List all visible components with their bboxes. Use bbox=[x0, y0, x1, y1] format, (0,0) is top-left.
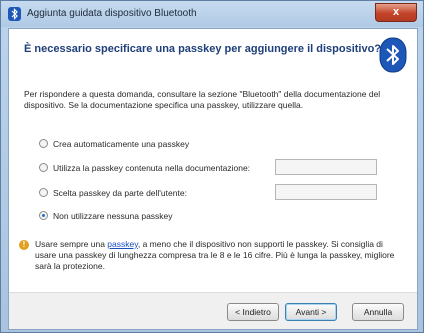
window-title: Aggiunta guidata dispositivo Bluetooth bbox=[27, 8, 197, 19]
radio-auto-passkey[interactable] bbox=[39, 139, 48, 149]
option-label: Scelta passkey da parte dell'utente: bbox=[53, 188, 187, 198]
warning-icon: ! bbox=[19, 240, 29, 250]
button-bar: < Indietro Avanti > Annulla bbox=[9, 292, 417, 329]
option-label: Crea automaticamente una passkey bbox=[53, 139, 190, 149]
option-doc-passkey[interactable]: Utilizza la passkey contenuta nella docu… bbox=[39, 163, 250, 173]
passkey-link[interactable]: passkey bbox=[107, 239, 138, 249]
radio-no-passkey[interactable] bbox=[39, 211, 48, 221]
option-user-passkey[interactable]: Scelta passkey da parte dell'utente: bbox=[39, 188, 187, 198]
option-label: Non utilizzare nessuna passkey bbox=[53, 211, 173, 221]
bluetooth-icon bbox=[8, 7, 21, 21]
close-button[interactable]: x bbox=[375, 3, 417, 22]
wizard-window: Aggiunta guidata dispositivo Bluetooth x… bbox=[0, 0, 424, 333]
back-button[interactable]: < Indietro bbox=[227, 303, 279, 321]
radio-user-passkey[interactable] bbox=[39, 188, 48, 198]
passkey-notice: ! Usare sempre una passkey, a meno che i… bbox=[19, 239, 395, 272]
next-button[interactable]: Avanti > bbox=[285, 303, 337, 321]
option-auto-passkey[interactable]: Crea automaticamente una passkey bbox=[39, 139, 189, 149]
option-no-passkey[interactable]: Non utilizzare nessuna passkey bbox=[39, 211, 173, 221]
doc-passkey-input[interactable] bbox=[275, 159, 377, 175]
radio-doc-passkey[interactable] bbox=[39, 163, 48, 173]
notice-text-before: Usare sempre una bbox=[35, 239, 108, 249]
intro-text: Per rispondere a questa domanda, consult… bbox=[24, 89, 381, 110]
title-bar[interactable]: Aggiunta guidata dispositivo Bluetooth x bbox=[1, 1, 423, 27]
bluetooth-logo-icon bbox=[379, 37, 407, 73]
user-passkey-input[interactable] bbox=[275, 184, 377, 200]
option-label: Utilizza la passkey contenuta nella docu… bbox=[53, 163, 251, 173]
page-heading: È necessario specificare una passkey per… bbox=[24, 43, 382, 55]
wizard-content: È necessario specificare una passkey per… bbox=[8, 28, 418, 330]
cancel-button[interactable]: Annulla bbox=[352, 303, 404, 321]
